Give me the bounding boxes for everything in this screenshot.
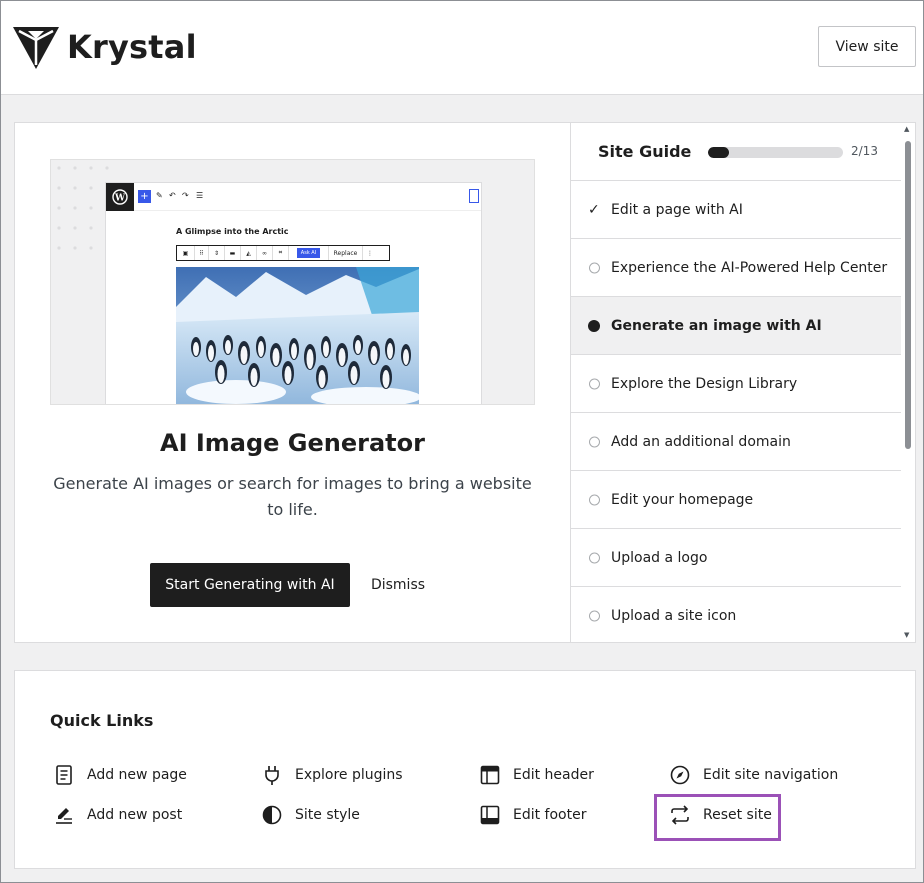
site-guide-item[interactable]: ✓ Edit a page with AI <box>571 181 901 239</box>
site-guide-title: Site Guide <box>598 142 692 161</box>
ask-ai-chip: Ask AI <box>289 246 329 260</box>
triangle-icon: ◭ <box>241 246 257 260</box>
compass-icon <box>670 765 690 785</box>
site-guide-item[interactable]: Upload a logo <box>571 529 901 587</box>
site-guide-item-label: Edit a page with AI <box>611 201 743 218</box>
quick-link-label: Edit site navigation <box>703 767 839 783</box>
site-guide-item[interactable]: Add an additional domain <box>571 413 901 471</box>
site-guide-list: ✓ Edit a page with AI Experience the AI-Po… <box>571 181 901 642</box>
quick-link-label: Site style <box>295 807 360 823</box>
quick-link-explore-plugins[interactable]: Explore plugins <box>261 763 403 787</box>
check-icon: ✓ <box>588 201 600 218</box>
quick-link-label: Add new post <box>87 807 183 823</box>
quick-link-edit-header[interactable]: Edit header <box>479 763 594 787</box>
site-guide-progress-bar <box>708 147 843 158</box>
editor-mockup: W + ✎ ↶ ↷ ☰ A Glimpse into the Arctic ▣ … <box>105 182 482 404</box>
site-guide-item[interactable]: Explore the Design Library <box>571 355 901 413</box>
quick-link-label: Edit header <box>513 767 594 783</box>
save-mini-icon <box>469 189 479 203</box>
empty-circle-icon <box>589 378 600 389</box>
reset-site-highlight <box>654 794 781 841</box>
site-guide-progress-fill <box>708 147 729 158</box>
crop-icon: ⌗ <box>273 246 289 260</box>
site-guide-panel: Site Guide 2/13 ✓ Edit a page with AI Expe… <box>570 123 901 642</box>
start-generating-button[interactable]: Start Generating with AI <box>150 563 350 607</box>
brand-logo: Krystal <box>13 25 197 69</box>
empty-circle-icon <box>589 494 600 505</box>
page-icon <box>56 765 72 785</box>
quick-link-edit-footer[interactable]: Edit footer <box>479 803 586 827</box>
site-guide-header: Site Guide 2/13 <box>571 123 901 181</box>
site-guide-item-label: Explore the Design Library <box>611 375 798 392</box>
feature-panel: W + ✎ ↶ ↷ ☰ A Glimpse into the Arctic ▣ … <box>15 123 570 642</box>
site-guide-item[interactable]: Experience the AI-Powered Help Center <box>571 239 901 297</box>
quick-link-label: Edit footer <box>513 807 587 823</box>
quick-link-label: Explore plugins <box>295 767 403 783</box>
site-guide-item[interactable]: Edit your homepage <box>571 471 901 529</box>
empty-circle-icon <box>589 610 600 621</box>
pencil-icon: ✎ <box>156 191 163 200</box>
empty-circle-icon <box>589 436 600 447</box>
header-layout-icon <box>480 765 500 785</box>
scroll-up-arrow-icon[interactable]: ▲ <box>904 125 909 133</box>
quick-link-site-style[interactable]: Site style <box>261 803 360 827</box>
site-guide-item-label: Generate an image with AI <box>611 317 822 334</box>
post-icon <box>56 808 72 824</box>
site-guide-item-label: Add an additional domain <box>611 433 791 450</box>
link-icon: ∞ <box>257 246 273 260</box>
preview-doc-title: A Glimpse into the Arctic <box>176 227 289 236</box>
quick-link-label: Add new page <box>87 767 187 783</box>
contrast-icon <box>262 805 282 825</box>
feature-card: W + ✎ ↶ ↷ ☰ A Glimpse into the Arctic ▣ … <box>14 122 916 643</box>
align-icon: ▬ <box>225 246 241 260</box>
site-guide-item[interactable]: Upload a site icon <box>571 587 901 642</box>
list-view-icon: ☰ <box>196 191 204 200</box>
dot-pattern <box>57 166 109 250</box>
krystal-logo-icon <box>13 27 59 69</box>
site-guide-item[interactable]: Generate an image with AI <box>571 297 901 355</box>
editor-toolbar: W + ✎ ↶ ↷ ☰ <box>106 183 481 211</box>
site-guide-item-label: Edit your homepage <box>611 491 754 508</box>
feature-title: AI Image Generator <box>160 429 425 457</box>
move-icon: ⇕ <box>209 246 225 260</box>
quick-links-card: Quick Links Add new page Explore plugins… <box>14 670 916 869</box>
block-toolbar: ▣ ⠿ ⇕ ▬ ◭ ∞ ⌗ Ask AI Replace ⋮ <box>176 245 390 261</box>
brand-name: Krystal <box>67 28 197 66</box>
image-icon: ▣ <box>177 246 195 260</box>
site-guide-progress-text: 2/13 <box>851 144 878 158</box>
plug-icon <box>265 766 279 785</box>
add-block-icon: + <box>138 190 151 203</box>
more-icon: ⋮ <box>367 249 373 257</box>
undo-icon: ↶ <box>169 191 176 200</box>
site-guide-item-label: Upload a site icon <box>611 607 737 624</box>
feature-preview-image: W + ✎ ↶ ↷ ☰ A Glimpse into the Arctic ▣ … <box>50 159 535 405</box>
empty-circle-icon <box>589 552 600 563</box>
quick-link-add-new-post[interactable]: Add new post <box>53 803 182 827</box>
empty-circle-icon <box>589 262 600 273</box>
penguin-picture <box>176 267 419 404</box>
scroll-thumb[interactable] <box>905 141 911 449</box>
filled-circle-icon <box>588 319 600 332</box>
top-bar: Krystal View site <box>1 1 923 95</box>
footer-layout-icon <box>480 805 500 825</box>
svg-text:W: W <box>114 194 126 204</box>
view-site-button[interactable]: View site <box>818 26 916 67</box>
site-guide-item-label: Experience the AI-Powered Help Center <box>611 259 888 276</box>
redo-icon: ↷ <box>182 191 189 200</box>
wordpress-icon: W <box>106 183 134 211</box>
replace-chip: Replace <box>329 246 363 260</box>
scroll-down-arrow-icon[interactable]: ▼ <box>904 631 909 639</box>
quick-links-title: Quick Links <box>50 711 154 730</box>
site-guide-item-label: Upload a logo <box>611 549 708 566</box>
dismiss-button[interactable]: Dismiss <box>365 563 431 607</box>
quick-link-edit-site-navigation[interactable]: Edit site navigation <box>669 763 838 787</box>
drag-icon: ⠿ <box>195 246 209 260</box>
quick-link-add-new-page[interactable]: Add new page <box>53 763 187 787</box>
feature-description: Generate AI images or search for images … <box>53 474 532 519</box>
site-guide-scrollbar[interactable]: ▲ ▼ <box>901 123 915 642</box>
